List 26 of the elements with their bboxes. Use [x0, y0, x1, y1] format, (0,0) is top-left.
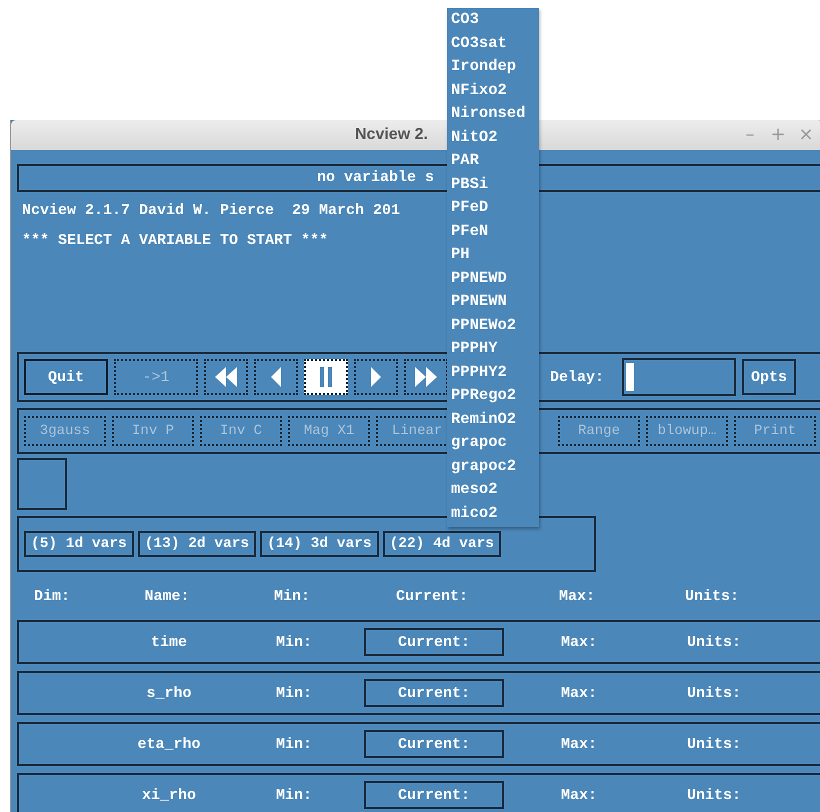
column-header: Max: [558, 588, 596, 604]
dimension-name: s_rho [145, 684, 192, 702]
max-label: Max: [560, 634, 598, 650]
window-title: Ncview 2. [355, 126, 428, 144]
info-text: *** SELECT A VARIABLE TO START *** [21, 231, 328, 251]
min-label: Min: [274, 786, 313, 804]
units-label: Units: [686, 684, 742, 702]
min-label: Min: [274, 684, 313, 702]
min-label: Min: [274, 736, 313, 752]
dimension-name: xi_rho [140, 786, 197, 804]
column-header: Name: [143, 588, 190, 604]
units-label: Units: [686, 634, 742, 650]
dimension-name: time [150, 634, 188, 650]
min-label: Min: [274, 634, 313, 650]
max-label: Max: [560, 684, 598, 702]
units-label: Units: [686, 736, 742, 752]
column-header: Dim: [32, 588, 71, 604]
column-header: Current: [394, 588, 469, 604]
info-text: Ncview 2.1.7 David W. Pierce 29 March 201 [21, 201, 400, 221]
delay-label: Delay: [550, 368, 604, 386]
max-label: Max: [560, 786, 598, 804]
column-header: Units: [684, 588, 740, 604]
units-label: Units: [686, 786, 742, 804]
max-label: Max: [560, 736, 598, 752]
dimension-name: eta_rho [136, 736, 202, 752]
column-header: Min: [272, 588, 311, 604]
